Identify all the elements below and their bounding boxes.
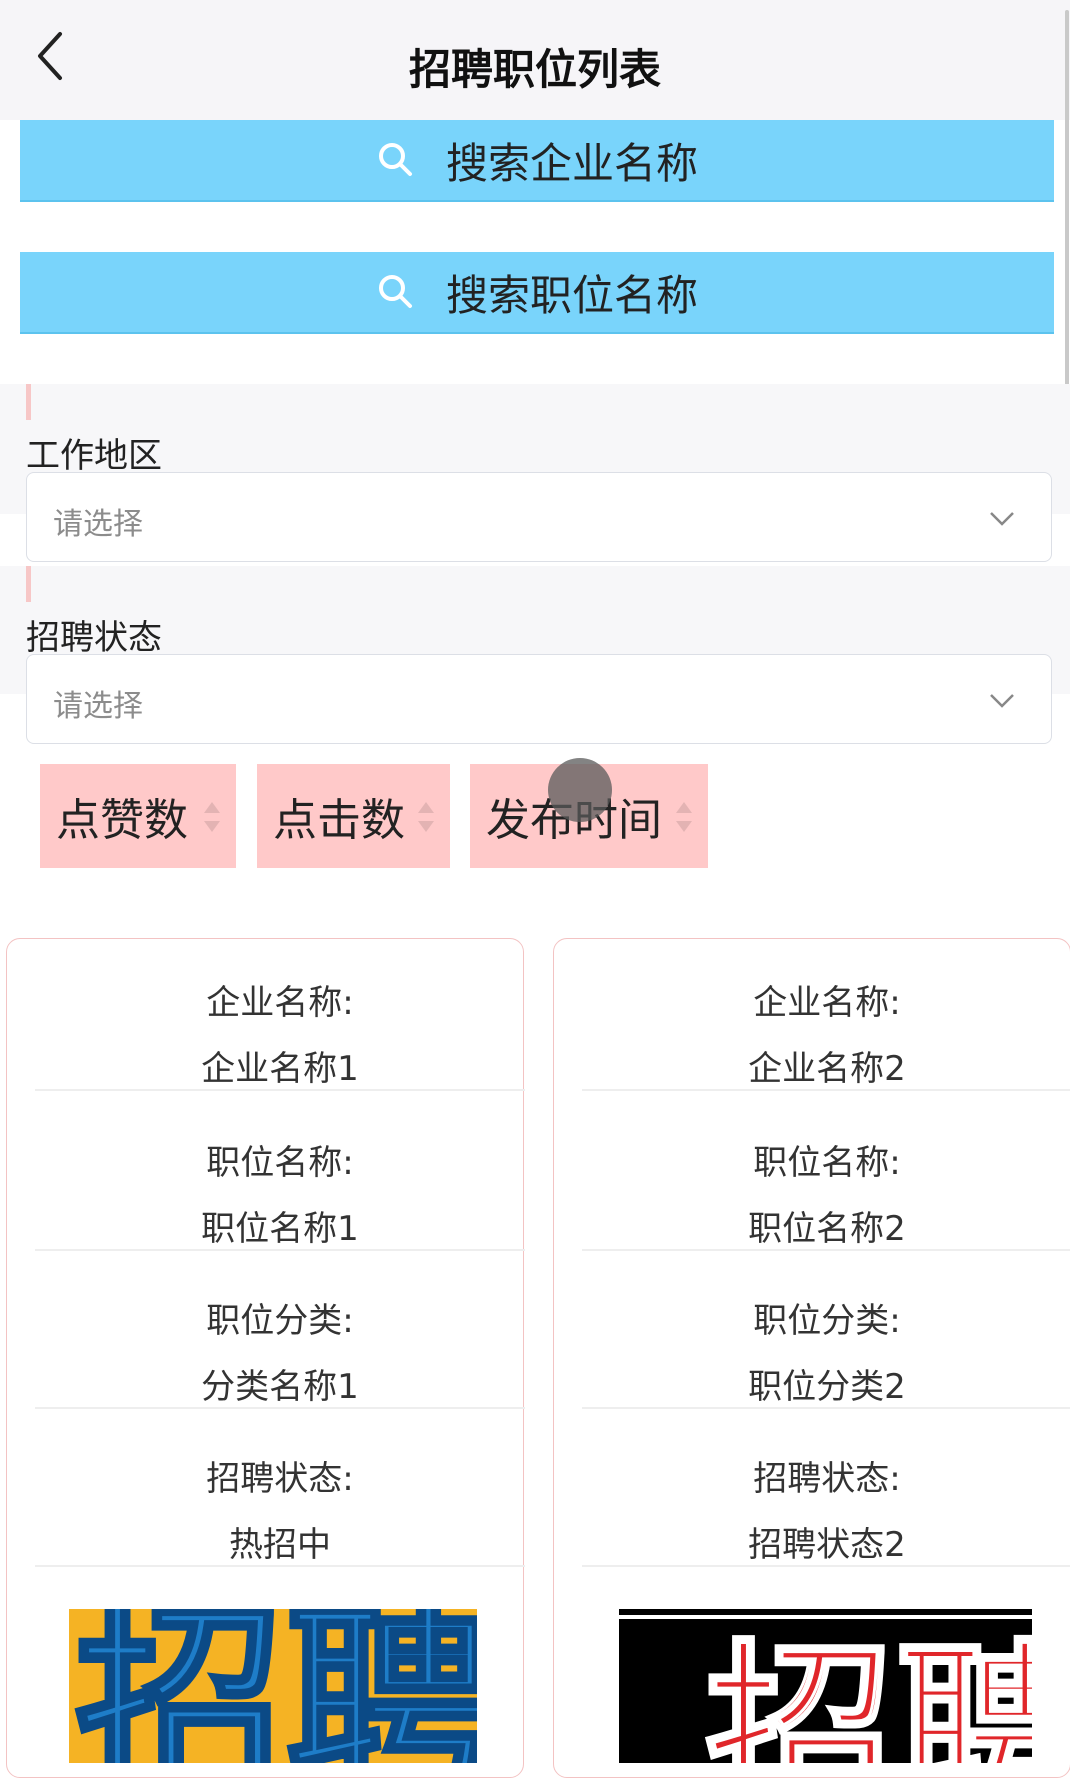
category-label: 职位分类: xyxy=(753,1301,901,1341)
search-icon xyxy=(378,143,412,176)
category-field: 职位分类: 职位分类2 xyxy=(582,1257,1070,1409)
company-field: 企业名称: 企业名称2 xyxy=(582,939,1070,1091)
job-card[interactable]: 企业名称: 企业名称1 职位名称: 职位名称1 职位分类: 分类名称1 招聘状态… xyxy=(6,938,525,1778)
job-card[interactable]: 企业名称: 企业名称2 职位名称: 职位名称2 职位分类: 职位分类2 招聘状态… xyxy=(553,938,1070,1778)
status-label: 招聘状态: xyxy=(206,1459,354,1499)
sort-arrows-icon xyxy=(676,802,692,832)
category-value: 分类名称1 xyxy=(201,1367,359,1407)
sort-likes-button[interactable]: 点赞数 xyxy=(40,764,236,868)
sort-arrows-icon xyxy=(418,802,434,832)
status-select[interactable]: 请选择 xyxy=(26,654,1052,744)
poster-graphic: 招聘 xyxy=(619,1615,1032,1763)
category-label: 职位分类: xyxy=(206,1301,354,1341)
region-select[interactable]: 请选择 xyxy=(26,472,1052,562)
company-label: 企业名称: xyxy=(753,983,901,1023)
region-marker xyxy=(26,384,31,420)
sort-likes-label: 点赞数 xyxy=(56,795,188,846)
status-value: 招聘状态2 xyxy=(748,1525,906,1565)
chevron-down-icon xyxy=(990,694,1014,708)
region-select-placeholder: 请选择 xyxy=(53,507,143,542)
company-field: 企业名称: 企业名称1 xyxy=(35,939,525,1091)
position-label: 职位名称: xyxy=(753,1143,901,1183)
status-marker xyxy=(26,566,31,602)
status-value: 热招中 xyxy=(229,1525,331,1565)
position-field: 职位名称: 职位名称1 xyxy=(35,1099,525,1251)
search-icon xyxy=(378,275,412,308)
touch-indicator xyxy=(548,758,612,822)
sort-arrows-icon xyxy=(204,802,220,832)
position-value: 职位名称2 xyxy=(748,1209,906,1249)
company-label: 企业名称: xyxy=(206,983,354,1023)
position-label: 职位名称: xyxy=(206,1143,354,1183)
job-poster-image[interactable]: 招聘 xyxy=(69,1609,477,1763)
poster-text: 招聘 xyxy=(75,1609,477,1763)
company-value: 企业名称2 xyxy=(748,1049,906,1089)
position-field: 职位名称: 职位名称2 xyxy=(582,1099,1070,1251)
category-value: 职位分类2 xyxy=(748,1367,906,1407)
region-label: 工作地区 xyxy=(26,436,162,476)
category-field: 职位分类: 分类名称1 xyxy=(35,1257,525,1409)
status-select-placeholder: 请选择 xyxy=(53,689,143,724)
job-poster-image[interactable]: 招聘 xyxy=(619,1609,1032,1763)
search-company-label: 搜索企业名称 xyxy=(445,138,698,188)
status-field: 招聘状态: 招聘状态2 xyxy=(582,1415,1070,1567)
top-bar: 招聘职位列表 xyxy=(0,0,1070,120)
position-value: 职位名称1 xyxy=(201,1209,359,1249)
status-field: 招聘状态: 热招中 xyxy=(35,1415,525,1567)
status-label: 招聘状态 xyxy=(26,618,162,658)
sort-clicks-button[interactable]: 点击数 xyxy=(257,764,450,868)
company-value: 企业名称1 xyxy=(201,1049,359,1089)
sort-clicks-label: 点击数 xyxy=(273,795,405,846)
search-company-button[interactable]: 搜索企业名称 xyxy=(20,120,1054,202)
chevron-down-icon xyxy=(990,512,1014,526)
page-title: 招聘职位列表 xyxy=(408,45,661,94)
search-position-button[interactable]: 搜索职位名称 xyxy=(20,252,1054,334)
status-label: 招聘状态: xyxy=(753,1459,901,1499)
poster-graphic: 招聘 xyxy=(73,1609,477,1763)
scrollbar-thumb[interactable] xyxy=(1065,10,1069,430)
poster-text: 招聘 xyxy=(705,1623,1032,1763)
search-position-label: 搜索职位名称 xyxy=(445,270,698,320)
